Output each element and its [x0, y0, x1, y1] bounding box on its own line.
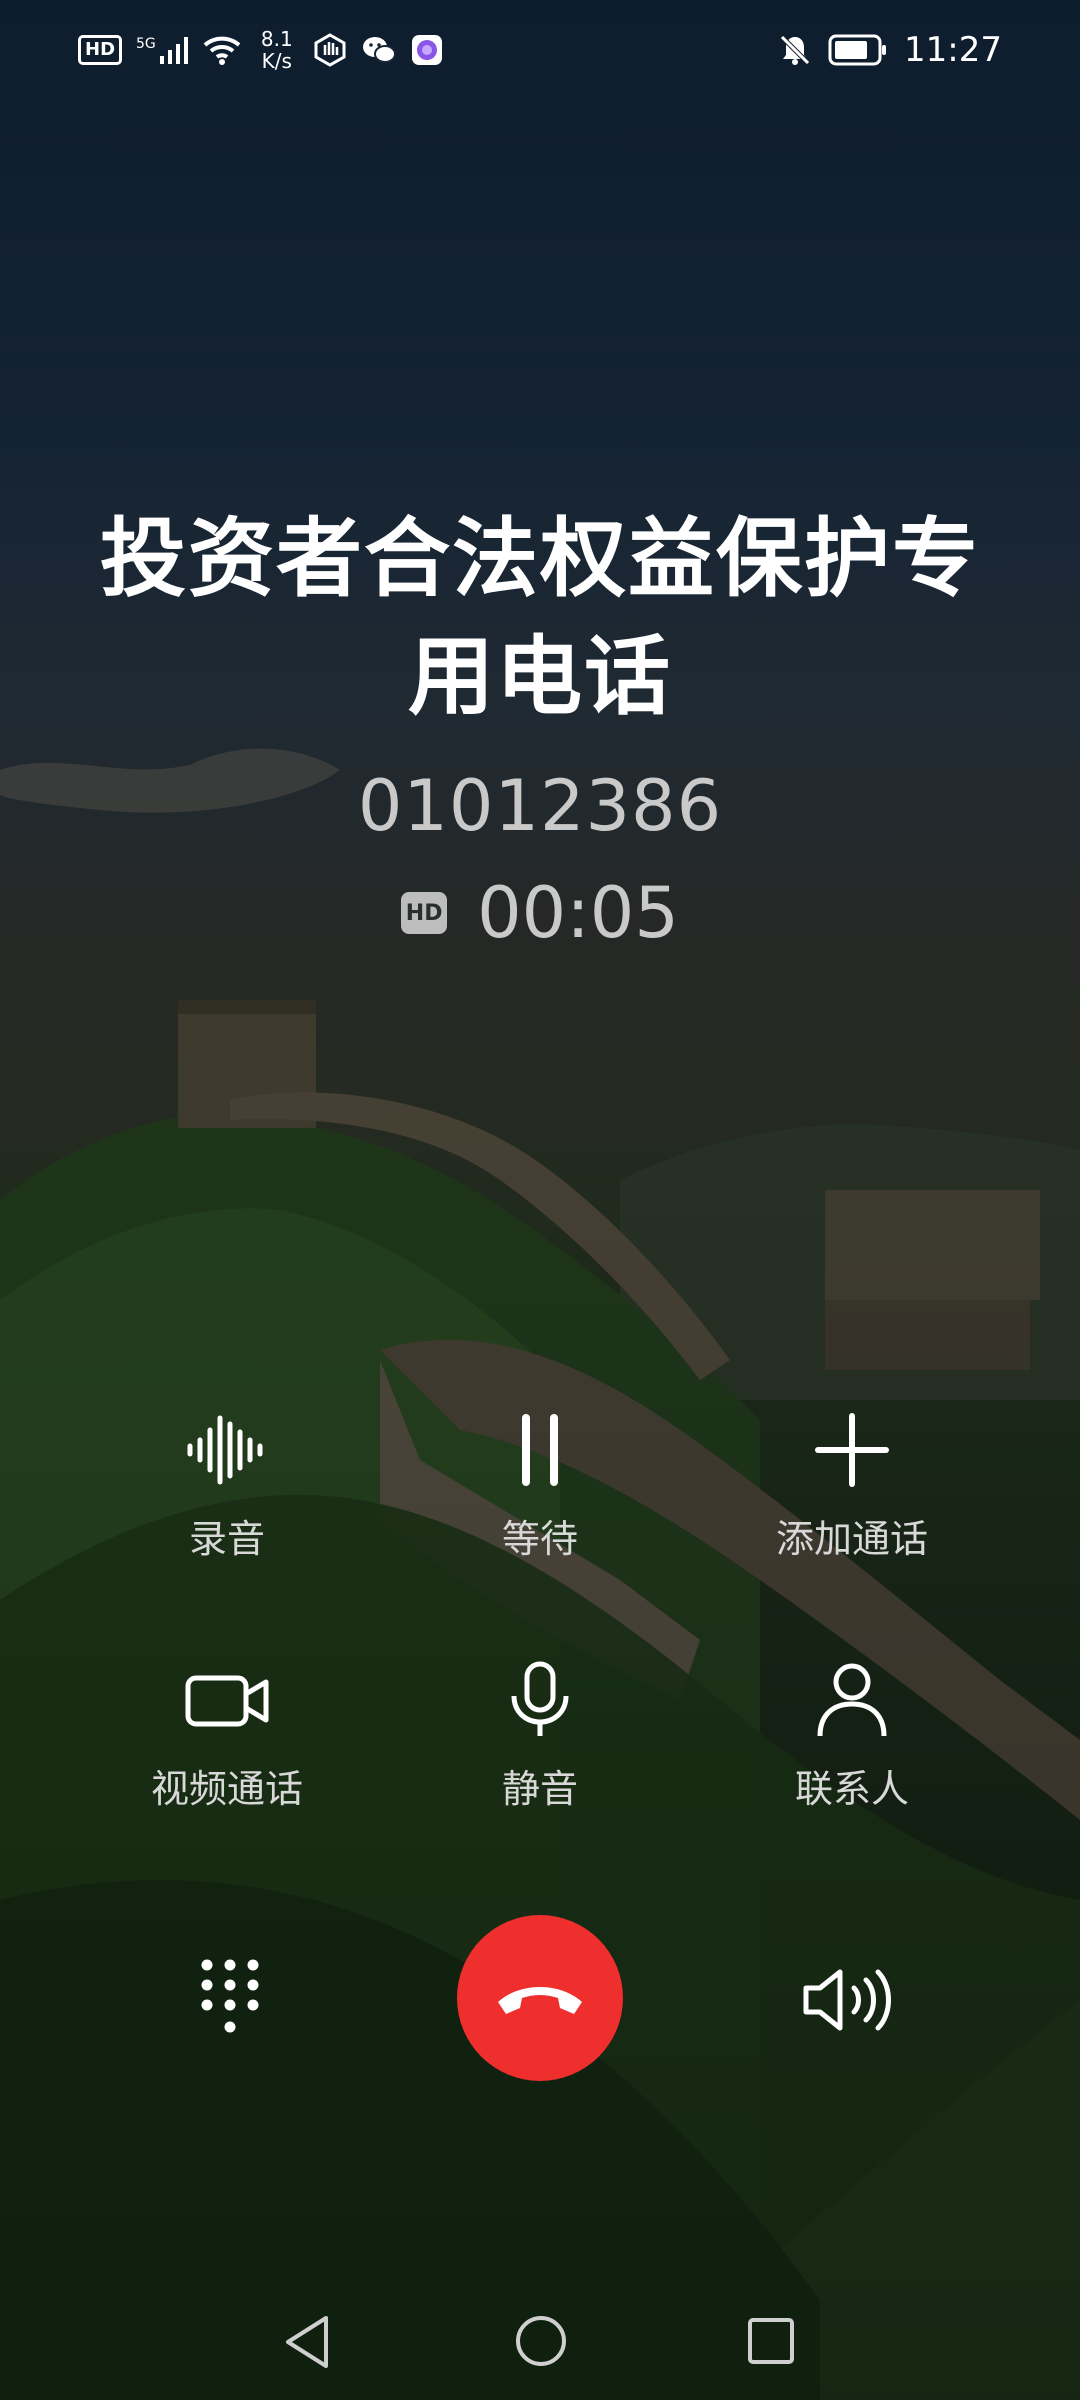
clock: 11:27 [904, 30, 1002, 70]
network-speed: 8.1 K/s [255, 28, 299, 72]
hang-up-icon [498, 1987, 582, 2014]
speed-unit: K/s [261, 49, 292, 73]
call-duration: 00:05 [477, 872, 679, 954]
speed-value: 8.1 [260, 27, 293, 51]
waveform-icon [187, 1415, 263, 1485]
dialpad-icon [201, 1959, 259, 2033]
caller-name: 投资者合法权益保护专用电话 [100, 509, 980, 727]
record-button[interactable]: 录音 [47, 1410, 407, 1563]
signal-bars-icon [159, 37, 188, 64]
hold-button[interactable]: 等待 [360, 1410, 720, 1563]
contacts-label: 联系人 [794, 1767, 909, 1811]
video-call-label: 视频通话 [150, 1767, 303, 1811]
home-icon[interactable] [514, 2314, 568, 2368]
network-type-label: 5G [136, 36, 156, 52]
mute-bell-icon [780, 35, 810, 65]
add-call-label: 添加通话 [775, 1517, 928, 1561]
battery-icon [828, 34, 887, 66]
wechat-icon [362, 37, 396, 63]
record-label: 录音 [188, 1517, 265, 1561]
person-icon [817, 1663, 887, 1737]
pause-icon [522, 1414, 558, 1486]
call-timer: HD 00:05 [0, 872, 1080, 954]
mute-button[interactable]: 静音 [360, 1660, 720, 1813]
navigation-bar [0, 2300, 1080, 2380]
back-icon[interactable] [282, 2314, 332, 2370]
hd-voice-indicator: HD [78, 35, 123, 65]
dialpad-button[interactable] [195, 1955, 265, 2049]
add-call-button[interactable]: 添加通话 [672, 1410, 1032, 1563]
plus-icon [815, 1413, 889, 1487]
caller-number: 01012386 [357, 765, 723, 847]
microphone-icon [511, 1661, 569, 1736]
wifi-icon [203, 36, 241, 65]
cellular-signal-icon: 5G [136, 36, 189, 64]
status-bar: HD 5G 8.1 K/s 11:27 [0, 0, 1080, 110]
status-right: 11:27 [778, 30, 1002, 70]
app-notification-icon [411, 35, 442, 65]
speaker-button[interactable] [800, 1962, 896, 2042]
video-call-button[interactable]: 视频通话 [47, 1660, 407, 1813]
contacts-button[interactable]: 联系人 [672, 1660, 1032, 1813]
mute-label: 静音 [501, 1767, 578, 1811]
hold-label: 等待 [501, 1517, 578, 1561]
hand-gesture-icon [314, 33, 346, 67]
status-left: HD 5G 8.1 K/s [78, 28, 443, 72]
end-call-button[interactable] [457, 1915, 623, 2081]
video-camera-icon [185, 1675, 269, 1727]
hd-call-badge: HD [401, 892, 448, 934]
speaker-icon [803, 1969, 891, 2031]
recent-apps-icon[interactable] [746, 2316, 796, 2366]
